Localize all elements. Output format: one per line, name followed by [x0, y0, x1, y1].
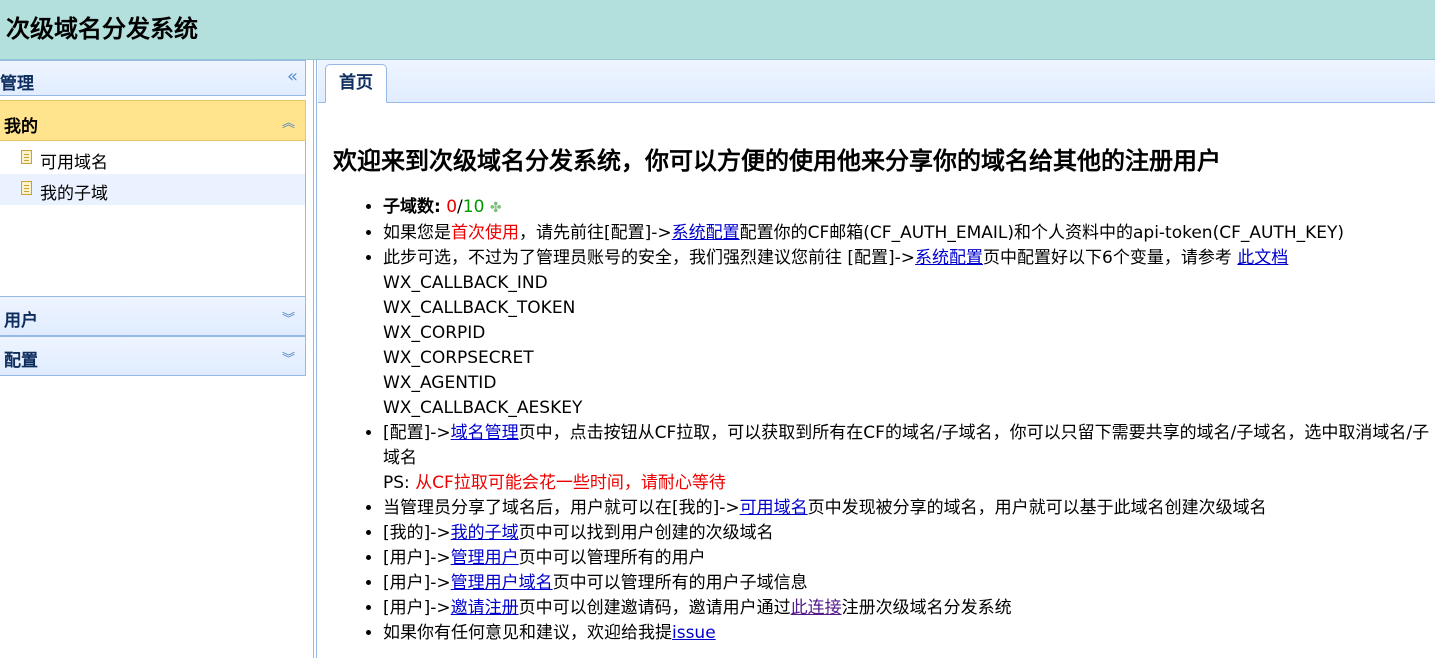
list-item: 子域数: 0/10 ✤ — [383, 195, 1435, 221]
list-item: [用户]->管理用户域名页中可以管理所有的用户子域信息 — [383, 571, 1435, 596]
list-item: [配置]->域名管理页中，点击按钮从CF拉取，可以获取到所有在CF的域名/子域名… — [383, 421, 1435, 496]
tabs-bar: 首页 — [318, 60, 1435, 103]
text: 页中可以管理所有的用户子域信息 — [552, 573, 808, 593]
sidebar-item-label: 我的子域 — [40, 184, 108, 204]
text: 此步可选，不过为了管理员账号的安全，我们强烈建议您前往 [配置]-> — [383, 248, 916, 268]
panel-header-mine[interactable]: 我的 ︽ — [0, 100, 306, 141]
text: 注册次级域名分发系统 — [841, 598, 1012, 618]
doc-link[interactable]: 此文档 — [1237, 248, 1288, 268]
my-subdomains-link[interactable]: 我的子域 — [451, 523, 519, 543]
system-config-link[interactable]: 系统配置 — [672, 223, 740, 243]
text: 页中可以找到用户创建的次级域名 — [518, 523, 774, 543]
panel-title-mine: 我的 — [4, 117, 38, 137]
main-content: 欢迎来到次级域名分发系统，你可以方便的使用他来分享你的域名给其他的注册用户 子域… — [333, 103, 1435, 658]
panel-body-mine: 可用域名 我的子域 — [0, 141, 306, 296]
sidebar-header-title: 管理 — [0, 74, 34, 94]
text: ，请先前往[配置]-> — [519, 223, 672, 243]
env-var: WX_AGENTID — [383, 373, 497, 393]
text: 页中可以创建邀请码，邀请用户通过 — [518, 598, 791, 618]
subdomain-count-label: 子域数: — [383, 197, 441, 217]
text: [用户]-> — [383, 598, 451, 618]
first-use-highlight: 首次使用 — [451, 223, 519, 243]
text: 页中，点击按钮从CF拉取，可以获取到所有在CF的域名/子域名，你可以只留下需要共… — [383, 423, 1430, 468]
text: [配置]-> — [383, 423, 451, 443]
text: 如果你有任何意见和建议，欢迎给我提 — [383, 623, 672, 643]
text: 页中发现被分享的域名，用户就可以基于此域名创建次级域名 — [807, 498, 1267, 518]
manage-user-domains-link[interactable]: 管理用户域名 — [451, 573, 553, 593]
app-header: 次级域名分发系统 — [0, 0, 1435, 60]
panel-header-user[interactable]: 用户 ︾ — [0, 296, 306, 336]
list-item: 此步可选，不过为了管理员账号的安全，我们强烈建议您前往 [配置]->系统配置页中… — [383, 246, 1435, 421]
tab-home[interactable]: 首页 — [325, 64, 387, 103]
issue-link[interactable]: issue — [672, 623, 716, 643]
ps-warning: 从CF拉取可能会花一些时间，请耐心等待 — [415, 473, 726, 493]
text: 页中配置好以下6个变量，请参考 — [983, 248, 1238, 268]
subdomain-used: 0 — [446, 197, 458, 217]
list-item: [用户]->管理用户页中可以管理所有的用户 — [383, 546, 1435, 571]
collapse-left-icon[interactable]: « — [287, 66, 298, 87]
info-list: 子域数: 0/10 ✤ 如果您是首次使用，请先前往[配置]->系统配置配置你的C… — [333, 195, 1435, 646]
layout-splitter[interactable] — [313, 60, 317, 658]
env-var: WX_CALLBACK_TOKEN — [383, 298, 576, 318]
text: 当管理员分享了域名后，用户就可以在[我的]-> — [383, 498, 740, 518]
sidebar-item-available-domains[interactable]: 可用域名 — [0, 143, 305, 174]
sidebar: 管理 « 我的 ︽ 可用域名 我的子域 用户 ︾ 配置 ︾ — [0, 60, 307, 658]
chevron-down-icon[interactable]: ︾ — [282, 348, 295, 367]
system-config-link[interactable]: 系统配置 — [915, 248, 983, 268]
list-item: 如果您是首次使用，请先前往[配置]->系统配置配置你的CF邮箱(CF_AUTH_… — [383, 221, 1435, 246]
text: [我的]-> — [383, 523, 451, 543]
subdomain-limit: 10 — [462, 197, 485, 217]
list-item: 当管理员分享了域名后，用户就可以在[我的]->可用域名页中发现被分享的域名，用户… — [383, 496, 1435, 521]
env-var: WX_CALLBACK_IND — [383, 273, 548, 293]
file-icon — [21, 150, 32, 164]
text: 页中可以管理所有的用户 — [518, 548, 706, 568]
text: 配置你的CF邮箱(CF_AUTH_EMAIL)和个人资料中的api-token(… — [739, 223, 1345, 243]
ps-label: PS: — [383, 473, 416, 493]
panel-title-user: 用户 — [4, 311, 38, 331]
chevron-up-icon[interactable]: ︽ — [282, 112, 295, 131]
text: 如果您是 — [383, 223, 451, 243]
sidebar-header: 管理 « — [0, 60, 306, 96]
panel-title-config: 配置 — [4, 351, 38, 371]
sidebar-item-label: 可用域名 — [40, 153, 108, 173]
text: [用户]-> — [383, 573, 451, 593]
text: [用户]-> — [383, 548, 451, 568]
manage-users-link[interactable]: 管理用户 — [451, 548, 519, 568]
clover-icon: ✤ — [489, 200, 502, 216]
panel-header-config[interactable]: 配置 ︾ — [0, 336, 306, 376]
file-icon — [21, 181, 32, 195]
env-var: WX_CORPID — [383, 323, 486, 343]
list-item: [我的]->我的子域页中可以找到用户创建的次级域名 — [383, 521, 1435, 546]
list-item: 如果你有任何意见和建议，欢迎给我提issue — [383, 621, 1435, 646]
available-domains-link[interactable]: 可用域名 — [740, 498, 808, 518]
chevron-down-icon[interactable]: ︾ — [282, 308, 295, 327]
list-item: [用户]->邀请注册页中可以创建邀请码，邀请用户通过此连接注册次级域名分发系统 — [383, 596, 1435, 621]
sidebar-item-my-subdomains[interactable]: 我的子域 — [0, 174, 305, 205]
domain-management-link[interactable]: 域名管理 — [451, 423, 519, 443]
app-title: 次级域名分发系统 — [6, 15, 198, 43]
register-link[interactable]: 此连接 — [791, 598, 842, 618]
page-title: 欢迎来到次级域名分发系统，你可以方便的使用他来分享你的域名给其他的注册用户 — [333, 147, 1221, 175]
env-var: WX_CORPSECRET — [383, 348, 534, 368]
invite-register-link[interactable]: 邀请注册 — [451, 598, 519, 618]
env-var: WX_CALLBACK_AESKEY — [383, 398, 583, 418]
